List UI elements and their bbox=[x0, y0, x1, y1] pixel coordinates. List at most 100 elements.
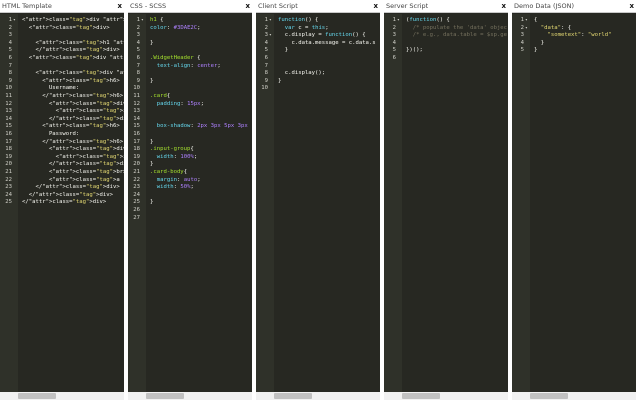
fold-arrow-icon[interactable]: ▾ bbox=[269, 32, 272, 40]
code-line: 3 bbox=[128, 32, 252, 40]
code-editor[interactable]: 1 ▾ (function() {2 /* populate the 'data' … bbox=[384, 14, 508, 392]
scrollbar-thumb[interactable] bbox=[530, 393, 568, 399]
close-icon[interactable]: x bbox=[245, 0, 250, 13]
line-number: 14 bbox=[133, 115, 140, 122]
scrollbar-thumb[interactable] bbox=[402, 393, 440, 399]
code-line: 4 c.data.message = c.data.s bbox=[256, 40, 380, 48]
code-line: 1 ▾ h1 { bbox=[128, 17, 252, 25]
line-number: 1 bbox=[264, 17, 268, 23]
code-line: 27 bbox=[128, 215, 252, 223]
code-line: 7 bbox=[0, 63, 124, 71]
code-text: </"attr">class="tag">div> bbox=[22, 199, 107, 206]
horizontal-scrollbar[interactable] bbox=[256, 392, 380, 400]
code-text: margin: auto; bbox=[156, 176, 201, 183]
line-number: 24 bbox=[133, 191, 140, 198]
code-line: 4 bbox=[384, 40, 508, 48]
code-line: 16 bbox=[128, 131, 252, 139]
scrollbar-thumb[interactable] bbox=[274, 393, 312, 399]
line-number: 4 bbox=[392, 39, 396, 46]
horizontal-scrollbar[interactable] bbox=[0, 392, 124, 400]
code-line: 20} bbox=[128, 161, 252, 169]
line-number: 6 bbox=[8, 55, 12, 61]
pane-title-text: Client Script bbox=[258, 2, 298, 10]
code-line: 13 bbox=[128, 108, 252, 116]
pane-title-text: HTML Template bbox=[2, 2, 52, 10]
code-line: 6 <"attr">class="tag">div "attr">class="… bbox=[0, 55, 124, 63]
line-number: 20 bbox=[5, 161, 12, 168]
code-line: 21 <"attr">class="tag">br> bbox=[0, 169, 124, 177]
code-line: 3 "sometext": "world" bbox=[512, 32, 636, 40]
code-editor[interactable]: 1 ▾ function() {2 var c = this; 3 ▾ c.displa… bbox=[256, 14, 380, 392]
fold-arrow-icon[interactable]: ▾ bbox=[141, 17, 144, 25]
code-line: 18 <"attr">class="tag">div "attr">class=… bbox=[0, 146, 124, 154]
code-line: 7 bbox=[256, 63, 380, 71]
line-number: 2 bbox=[264, 24, 268, 31]
horizontal-scrollbar[interactable] bbox=[128, 392, 252, 400]
code-line: 12 padding: 15px; bbox=[128, 101, 252, 109]
code-text: </"attr">class="tag">div> bbox=[22, 184, 120, 191]
close-icon[interactable]: x bbox=[117, 0, 122, 13]
code-text: function() { bbox=[278, 17, 319, 23]
line-number: 5 bbox=[392, 47, 396, 54]
line-number: 20 bbox=[133, 161, 140, 168]
code-editor[interactable]: 1▾ <"attr">class="tag">div "attr">class="… bbox=[0, 14, 124, 392]
code-text: c.display(); bbox=[278, 70, 326, 77]
code-text: </"attr">class="tag">h6> bbox=[22, 138, 124, 145]
line-number: 17 bbox=[133, 138, 140, 145]
line-number: 11 bbox=[133, 93, 140, 99]
code-line: 3 /* e.g., data.table = $sp.ge bbox=[384, 32, 508, 40]
code-line: 22 margin: auto; bbox=[128, 177, 252, 185]
code-text: </"attr">class="tag">div> bbox=[22, 47, 120, 54]
fold-arrow-icon[interactable]: ▾ bbox=[13, 17, 16, 25]
line-number: 4 bbox=[520, 39, 524, 46]
scrollbar-thumb[interactable] bbox=[18, 393, 56, 399]
code-text: </"attr">class="tag">div> bbox=[22, 115, 124, 122]
code-line: 17 </"attr">class="tag">h6> bbox=[0, 139, 124, 147]
code-text: /* populate the 'data' objec bbox=[412, 24, 508, 31]
code-line: 8 c.display(); bbox=[256, 70, 380, 78]
demo-data-pane: Demo Data (JSON) x 1 ▾{2 ▾ "data": {3 "somet… bbox=[512, 0, 636, 400]
fold-arrow-icon[interactable]: ▾ bbox=[269, 17, 272, 25]
code-editor[interactable]: 1 ▾{2 ▾ "data": {3 "sometext": "world" 4 } 5… bbox=[512, 14, 636, 392]
code-text: <"attr">class="tag">div "attr">class="in… bbox=[22, 100, 124, 107]
code-text: { bbox=[534, 17, 538, 23]
code-text: .input-group{ bbox=[150, 146, 194, 153]
line-number: 6 bbox=[264, 55, 268, 61]
line-number: 3 bbox=[264, 32, 268, 39]
line-number: 22 bbox=[133, 176, 140, 183]
code-text: .card-body{ bbox=[150, 169, 188, 175]
line-number: 18 bbox=[5, 146, 12, 153]
line-number: 9 bbox=[8, 77, 12, 84]
code-line: 4 } bbox=[512, 40, 636, 48]
code-line: 16 Password: bbox=[0, 131, 124, 139]
close-icon[interactable]: x bbox=[373, 0, 378, 13]
code-line: 13 <"attr">class="tag">input "attr">type… bbox=[0, 108, 124, 116]
fold-arrow-icon[interactable]: ▾ bbox=[397, 17, 400, 25]
code-editor[interactable]: 1 ▾ h1 {2 color: #3DAE2C; 3 4} 5 6 .WidgetHeader… bbox=[128, 14, 252, 392]
horizontal-scrollbar[interactable] bbox=[384, 392, 508, 400]
line-number: 22 bbox=[5, 176, 12, 183]
pane-title-text: Demo Data (JSON) bbox=[514, 2, 575, 10]
code-line: 24 </"attr">class="tag">div> bbox=[0, 192, 124, 200]
fold-arrow-icon[interactable]: ▾ bbox=[525, 25, 528, 33]
close-icon[interactable]: x bbox=[501, 0, 506, 13]
line-number: 2 bbox=[520, 24, 524, 31]
horizontal-scrollbar[interactable] bbox=[512, 392, 636, 400]
code-line: 2 /* populate the 'data' objec bbox=[384, 25, 508, 33]
code-line: 4} bbox=[128, 40, 252, 48]
scrollbar-thumb[interactable] bbox=[146, 393, 184, 399]
fold-arrow-icon[interactable]: ▾ bbox=[525, 17, 528, 25]
code-text: width: 50%; bbox=[156, 184, 194, 191]
code-line: 23 </"attr">class="tag">div> bbox=[0, 184, 124, 192]
css-scss-pane: CSS - SCSS x 1 ▾ h1 {2 color: #3DAE2C; 3 4} 5 6 .W… bbox=[128, 0, 252, 400]
code-text: .WidgetHeader { bbox=[150, 55, 201, 61]
code-text: /* e.g., data.table = $sp.ge bbox=[412, 32, 508, 39]
close-icon[interactable]: x bbox=[629, 0, 634, 13]
code-line: 7 text-align: center; bbox=[128, 63, 252, 71]
line-number: 4 bbox=[264, 39, 268, 46]
code-line: 9} bbox=[128, 78, 252, 86]
code-text: .card{ bbox=[150, 93, 171, 99]
line-number: 19 bbox=[5, 153, 12, 160]
code-text: <"attr">class="tag">br> bbox=[22, 169, 124, 175]
code-text: Password: bbox=[22, 131, 80, 137]
